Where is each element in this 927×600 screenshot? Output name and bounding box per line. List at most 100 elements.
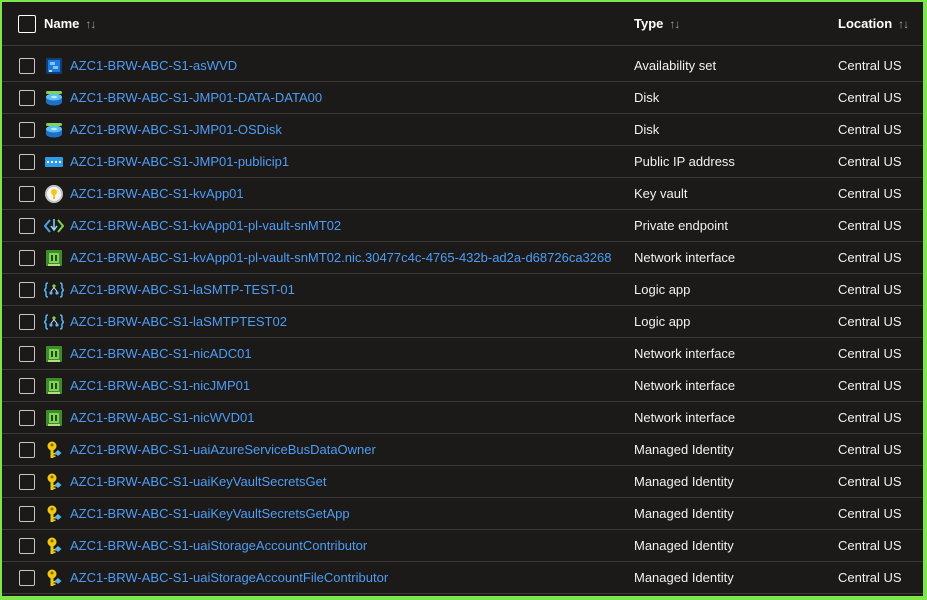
resource-name-link[interactable]: AZC1-BRW-ABC-S1-nicWVD01 xyxy=(70,402,254,434)
resource-name-link[interactable]: AZC1-BRW-ABC-S1-uaiStorageAccountContrib… xyxy=(70,530,367,562)
resource-type: Disk xyxy=(634,90,660,105)
table-row[interactable]: AZC1-BRW-ABC-S1-uaiStorageAccountContrib… xyxy=(2,530,923,562)
resource-name-link[interactable]: AZC1-BRW-ABC-S1-uaiKeyVaultSecretsGetApp xyxy=(70,498,350,530)
table-row[interactable]: AZC1-BRW-ABC-S1-uaiAzureServiceBusDataOw… xyxy=(2,434,923,466)
row-checkbox[interactable] xyxy=(19,154,35,170)
resource-table-body: AZC1-BRW-ABC-S1-asWVD Availability set Cen… xyxy=(2,50,923,594)
resource-type: Managed Identity xyxy=(634,538,734,553)
resource-name-link[interactable]: AZC1-BRW-ABC-S1-uaiAzureServiceBusDataOw… xyxy=(70,434,376,466)
disk-icon xyxy=(44,88,64,108)
managed-identity-icon xyxy=(44,536,64,556)
resource-name-link[interactable]: AZC1-BRW-ABC-S1-nicJMP01 xyxy=(70,370,250,402)
resource-type: Availability set xyxy=(634,58,717,73)
row-checkbox[interactable] xyxy=(19,90,35,106)
column-header-type[interactable]: Type ↑↓ xyxy=(634,2,680,46)
row-checkbox[interactable] xyxy=(19,122,35,138)
row-checkbox[interactable] xyxy=(19,378,35,394)
network-interface-icon xyxy=(44,248,64,268)
table-row[interactable]: AZC1-BRW-ABC-S1-kvApp01 Key vault Central … xyxy=(2,178,923,210)
network-interface-icon xyxy=(44,408,64,428)
row-checkbox[interactable] xyxy=(19,442,35,458)
resource-list-panel: Name ↑↓ Type ↑↓ Location ↑↓ AZC1-BRW-ABC-S1… xyxy=(2,2,923,596)
resource-type: Private endpoint xyxy=(634,218,728,233)
table-row[interactable]: AZC1-BRW-ABC-S1-laSMTPTEST02 Logic app Cen… xyxy=(2,306,923,338)
resource-name-link[interactable]: AZC1-BRW-ABC-S1-JMP01-DATA-DATA00 xyxy=(70,82,322,114)
resource-name-link[interactable]: AZC1-BRW-ABC-S1-kvApp01-pl-vault-snMT02 xyxy=(70,210,341,242)
table-row[interactable]: AZC1-BRW-ABC-S1-laSMTP-TEST-01 Logic app C… xyxy=(2,274,923,306)
row-checkbox[interactable] xyxy=(19,250,35,266)
resource-location: Central US xyxy=(838,90,902,105)
resource-type: Network interface xyxy=(634,250,736,265)
managed-identity-icon xyxy=(44,472,64,492)
resource-type: Managed Identity xyxy=(634,506,734,521)
key-vault-icon xyxy=(44,184,64,204)
column-header-name-label: Name xyxy=(44,16,80,31)
resource-type: Logic app xyxy=(634,282,691,297)
resource-type: Public IP address xyxy=(634,154,735,169)
resource-name-link[interactable]: AZC1-BRW-ABC-S1-kvApp01 xyxy=(70,178,244,210)
resource-name-link[interactable]: AZC1-BRW-ABC-S1-nicADC01 xyxy=(70,338,252,370)
table-row[interactable]: AZC1-BRW-ABC-S1-kvApp01-pl-vault-snMT02.… xyxy=(2,242,923,274)
resource-name-link[interactable]: AZC1-BRW-ABC-S1-JMP01-OSDisk xyxy=(70,114,282,146)
logic-app-icon xyxy=(43,312,65,332)
resource-name-link[interactable]: AZC1-BRW-ABC-S1-kvApp01-pl-vault-snMT02.… xyxy=(70,242,611,274)
resource-type: Network interface xyxy=(634,346,736,361)
table-row[interactable]: AZC1-BRW-ABC-S1-nicWVD01 Network interfac… xyxy=(2,402,923,434)
row-checkbox[interactable] xyxy=(19,58,35,74)
row-checkbox[interactable] xyxy=(19,570,35,586)
column-header-location-label: Location xyxy=(838,16,893,31)
logic-app-icon xyxy=(43,280,65,300)
resource-location: Central US xyxy=(838,218,902,233)
network-interface-icon xyxy=(44,344,64,364)
row-checkbox[interactable] xyxy=(19,474,35,490)
resource-name-link[interactable]: AZC1-BRW-ABC-S1-uaiStorageAccountFileCon… xyxy=(70,562,388,594)
table-row[interactable]: AZC1-BRW-ABC-S1-nicJMP01 Network interfac… xyxy=(2,370,923,402)
table-row[interactable]: AZC1-BRW-ABC-S1-JMP01-OSDisk Disk Central … xyxy=(2,114,923,146)
resource-type: Managed Identity xyxy=(634,474,734,489)
row-checkbox[interactable] xyxy=(19,410,35,426)
column-header-location[interactable]: Location ↑↓ xyxy=(838,2,909,46)
table-header: Name ↑↓ Type ↑↓ Location ↑↓ xyxy=(2,2,923,46)
row-checkbox[interactable] xyxy=(19,506,35,522)
resource-name-link[interactable]: AZC1-BRW-ABC-S1-asWVD xyxy=(70,50,237,82)
row-checkbox[interactable] xyxy=(19,538,35,554)
row-checkbox[interactable] xyxy=(19,186,35,202)
resource-name-link[interactable]: AZC1-BRW-ABC-S1-laSMTPTEST02 xyxy=(70,306,287,338)
resource-location: Central US xyxy=(838,506,902,521)
table-row[interactable]: AZC1-BRW-ABC-S1-uaiKeyVaultSecretsGet Man… xyxy=(2,466,923,498)
column-header-name[interactable]: Name ↑↓ xyxy=(44,2,96,46)
resource-location: Central US xyxy=(838,122,902,137)
resource-location: Central US xyxy=(838,314,902,329)
resource-location: Central US xyxy=(838,474,902,489)
resource-location: Central US xyxy=(838,250,902,265)
table-row[interactable]: AZC1-BRW-ABC-S1-asWVD Availability set Cen… xyxy=(2,50,923,82)
table-row[interactable]: AZC1-BRW-ABC-S1-uaiStorageAccountFileCon… xyxy=(2,562,923,594)
resource-location: Central US xyxy=(838,186,902,201)
sort-icon: ↑↓ xyxy=(898,17,909,31)
resource-location: Central US xyxy=(838,570,902,585)
table-row[interactable]: AZC1-BRW-ABC-S1-JMP01-DATA-DATA00 Disk Cen… xyxy=(2,82,923,114)
network-interface-icon xyxy=(44,376,64,396)
managed-identity-icon xyxy=(44,504,64,524)
resource-type: Logic app xyxy=(634,314,691,329)
resource-location: Central US xyxy=(838,58,902,73)
select-all-checkbox[interactable] xyxy=(18,15,36,33)
row-checkbox[interactable] xyxy=(19,218,35,234)
resource-type: Network interface xyxy=(634,378,736,393)
resource-location: Central US xyxy=(838,442,902,457)
row-checkbox[interactable] xyxy=(19,346,35,362)
table-row[interactable]: AZC1-BRW-ABC-S1-JMP01-publicip1 Public IP… xyxy=(2,146,923,178)
resource-name-link[interactable]: AZC1-BRW-ABC-S1-uaiKeyVaultSecretsGet xyxy=(70,466,326,498)
managed-identity-icon xyxy=(44,568,64,588)
resource-location: Central US xyxy=(838,346,902,361)
row-checkbox[interactable] xyxy=(19,314,35,330)
sort-icon: ↑↓ xyxy=(85,17,96,31)
resource-type: Network interface xyxy=(634,410,736,425)
resource-name-link[interactable]: AZC1-BRW-ABC-S1-laSMTP-TEST-01 xyxy=(70,274,295,306)
row-checkbox[interactable] xyxy=(19,282,35,298)
table-row[interactable]: AZC1-BRW-ABC-S1-nicADC01 Network interfac… xyxy=(2,338,923,370)
table-row[interactable]: AZC1-BRW-ABC-S1-kvApp01-pl-vault-snMT02 P… xyxy=(2,210,923,242)
resource-name-link[interactable]: AZC1-BRW-ABC-S1-JMP01-publicip1 xyxy=(70,146,289,178)
column-header-type-label: Type xyxy=(634,16,664,31)
table-row[interactable]: AZC1-BRW-ABC-S1-uaiKeyVaultSecretsGetApp… xyxy=(2,498,923,530)
